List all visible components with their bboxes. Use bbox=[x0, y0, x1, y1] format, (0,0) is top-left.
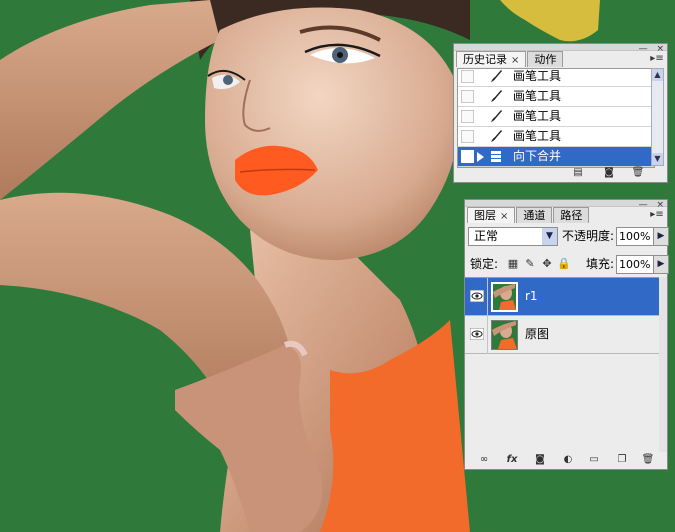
history-scrollbar[interactable]: ▲ ▼ bbox=[651, 68, 664, 166]
layer-row-r1[interactable]: r1 bbox=[465, 278, 662, 316]
layers-merge-icon bbox=[491, 151, 501, 162]
history-footer: ▤ ◙ 🗑 bbox=[454, 165, 667, 182]
layers-tabs: 图层 × 通道 路径 bbox=[467, 207, 590, 224]
tab-label: 图层 bbox=[474, 209, 496, 222]
layer-list: r1 原图 bbox=[465, 277, 662, 453]
tab-actions[interactable]: 动作 bbox=[527, 51, 564, 67]
history-item-label: 向下合并 bbox=[513, 149, 562, 163]
eye-icon[interactable] bbox=[470, 328, 484, 340]
fill-slider-arrow-icon[interactable]: ▶ bbox=[654, 255, 669, 274]
tab-label: 历史记录 bbox=[463, 53, 507, 66]
blend-mode-value: 正常 bbox=[474, 229, 499, 243]
tab-history[interactable]: 历史记录 × bbox=[456, 51, 527, 67]
new-layer-icon[interactable]: ❐ bbox=[615, 454, 629, 466]
history-list: 画笔工具 画笔工具 画笔工具 画笔工具 向下合并 bbox=[457, 68, 655, 168]
divider bbox=[487, 278, 488, 316]
brush-icon bbox=[491, 70, 502, 82]
group-folder-icon[interactable]: ▭ bbox=[587, 454, 601, 466]
history-item-label: 画笔工具 bbox=[513, 69, 562, 83]
layer-mask-icon[interactable]: ◙ bbox=[533, 454, 547, 466]
history-state-marker-icon[interactable] bbox=[476, 151, 486, 163]
menu-icon[interactable]: ▸≡ bbox=[650, 54, 664, 65]
layer-name: 原图 bbox=[525, 327, 550, 341]
eye-icon[interactable] bbox=[470, 290, 484, 302]
fx-icon[interactable]: fx bbox=[505, 454, 519, 466]
lock-transparent-icon[interactable]: ▦ bbox=[505, 256, 521, 272]
brush-icon bbox=[491, 90, 502, 102]
lock-label: 锁定: bbox=[470, 257, 499, 271]
tab-layers[interactable]: 图层 × bbox=[467, 207, 516, 223]
layer-name: r1 bbox=[525, 289, 538, 303]
snapshot-source-checkbox[interactable] bbox=[461, 110, 474, 123]
chevron-down-icon[interactable]: ▼ bbox=[542, 228, 557, 245]
opacity-input[interactable]: 100% bbox=[616, 227, 654, 246]
close-icon[interactable]: × bbox=[511, 55, 519, 66]
snapshot-source-checkbox[interactable] bbox=[461, 130, 474, 143]
minimize-button[interactable]: — bbox=[639, 44, 648, 54]
tab-label: 通道 bbox=[523, 209, 546, 222]
history-item-label: 画笔工具 bbox=[513, 129, 562, 143]
opacity-slider-arrow-icon[interactable]: ▶ bbox=[654, 227, 669, 246]
layers-footer: ∞ fx ◙ ◐ ▭ ❐ 🗑 bbox=[465, 452, 667, 469]
fill-input[interactable]: 100% bbox=[616, 255, 654, 274]
divider bbox=[487, 316, 488, 354]
list-item[interactable]: 向下合并 bbox=[458, 147, 654, 167]
lock-image-icon[interactable]: ✎ bbox=[522, 256, 538, 272]
list-item[interactable]: 画笔工具 bbox=[458, 69, 654, 87]
tab-label: 动作 bbox=[534, 53, 557, 66]
lock-position-icon[interactable]: ✥ bbox=[539, 256, 555, 272]
tab-paths[interactable]: 路径 bbox=[553, 207, 590, 223]
link-layers-icon[interactable]: ∞ bbox=[477, 454, 491, 466]
tab-channels[interactable]: 通道 bbox=[516, 207, 553, 223]
scroll-up-arrow-icon[interactable]: ▲ bbox=[652, 69, 663, 81]
brush-icon bbox=[491, 130, 502, 142]
adjustment-layer-icon[interactable]: ◐ bbox=[561, 454, 575, 466]
lock-icons: ▦ ✎ ✥ 🔒 bbox=[505, 256, 573, 272]
history-item-label: 画笔工具 bbox=[513, 89, 562, 103]
layer-thumbnail bbox=[491, 320, 518, 350]
lock-all-icon[interactable]: 🔒 bbox=[556, 256, 572, 272]
snapshot-source-checkbox[interactable] bbox=[461, 90, 474, 103]
layer-row-original[interactable]: 原图 bbox=[465, 316, 662, 354]
close-icon[interactable]: × bbox=[500, 211, 508, 222]
list-item[interactable]: 画笔工具 bbox=[458, 107, 654, 127]
brush-icon bbox=[491, 110, 502, 122]
snapshot-source-checkbox[interactable] bbox=[461, 150, 474, 163]
menu-icon[interactable]: ▸≡ bbox=[650, 210, 664, 221]
minimize-button[interactable]: — bbox=[639, 200, 648, 210]
history-item-label: 画笔工具 bbox=[513, 109, 562, 123]
fill-label: 填充: bbox=[586, 257, 615, 271]
new-snapshot-icon[interactable]: ◙ bbox=[602, 167, 616, 179]
blend-mode-select[interactable]: 正常 ▼ bbox=[468, 227, 558, 246]
layer-thumbnail bbox=[491, 282, 518, 312]
trash-icon[interactable]: 🗑 bbox=[641, 454, 655, 466]
list-item[interactable]: 画笔工具 bbox=[458, 87, 654, 107]
layers-panel: — × 图层 × 通道 路径 ▸≡ 正常 ▼ 不透明度: 100% ▶ 锁定: ▦… bbox=[464, 199, 669, 470]
scroll-down-arrow-icon[interactable]: ▼ bbox=[652, 153, 663, 165]
opacity-label: 不透明度: bbox=[562, 229, 615, 243]
list-item[interactable]: 画笔工具 bbox=[458, 127, 654, 147]
history-tabs: 历史记录 × 动作 bbox=[456, 51, 564, 68]
new-document-from-state-icon[interactable]: ▤ bbox=[571, 167, 585, 179]
layers-scrollbar[interactable] bbox=[659, 277, 667, 452]
snapshot-source-checkbox[interactable] bbox=[461, 70, 474, 83]
tab-label: 路径 bbox=[560, 209, 583, 222]
history-panel: — × 历史记录 × 动作 ▸≡ 画笔工具 画笔工具 画笔工具 画笔工具 向下合… bbox=[453, 43, 668, 183]
trash-icon[interactable]: 🗑 bbox=[631, 167, 645, 179]
